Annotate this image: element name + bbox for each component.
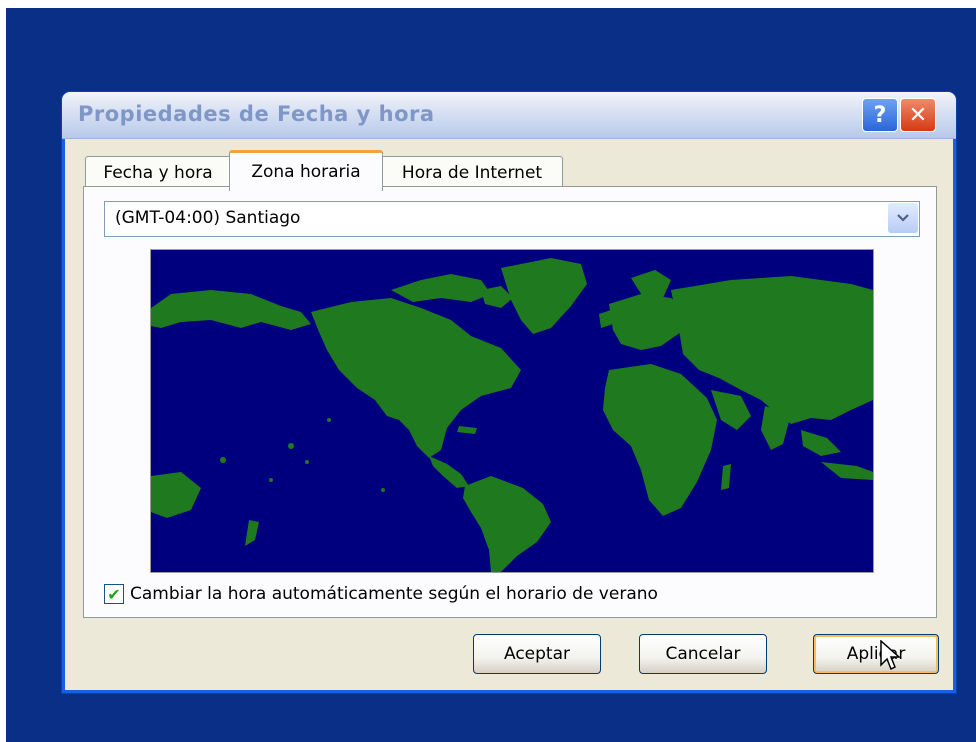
tab-label: Zona horaria — [251, 162, 361, 182]
accept-button[interactable]: Aceptar — [473, 634, 601, 674]
checkmark-icon: ✔ — [107, 584, 121, 604]
dst-checkbox[interactable]: ✔ — [104, 584, 124, 604]
timezone-value: (GMT-04:00) Santiago — [115, 208, 301, 228]
timezone-panel: (GMT-04:00) Santiago ✔ Cambiar la hora a… — [83, 186, 937, 618]
tab-zona-horaria[interactable]: Zona horaria — [229, 150, 383, 191]
date-time-properties-dialog: Propiedades de Fecha y hora ? ✕ Fecha y … — [62, 92, 956, 693]
tab-label: Hora de Internet — [401, 163, 543, 183]
dst-label: Cambiar la hora automáticamente según el… — [130, 584, 658, 604]
window-title: Propiedades de Fecha y hora — [78, 102, 435, 126]
help-icon: ? — [873, 102, 887, 128]
close-button[interactable]: ✕ — [900, 98, 936, 132]
dst-option[interactable]: ✔ Cambiar la hora automáticamente según … — [104, 581, 658, 607]
world-map — [150, 249, 874, 573]
cancel-button[interactable]: Cancelar — [639, 634, 767, 674]
tab-label: Fecha y hora — [103, 163, 213, 183]
world-map-graphic — [151, 258, 873, 572]
button-label: Cancelar — [665, 644, 741, 664]
chevron-down-icon[interactable] — [888, 203, 918, 233]
mouse-pointer-icon — [880, 640, 901, 671]
timezone-select[interactable]: (GMT-04:00) Santiago — [104, 201, 920, 237]
apply-button[interactable]: Aplicar — [813, 634, 939, 674]
close-icon: ✕ — [908, 102, 928, 128]
tab-fecha-y-hora[interactable]: Fecha y hora — [85, 156, 231, 189]
help-button[interactable]: ? — [862, 98, 898, 132]
button-label: Aceptar — [504, 644, 570, 664]
tab-hora-de-internet[interactable]: Hora de Internet — [381, 156, 563, 189]
title-bar[interactable]: Propiedades de Fecha y hora ? ✕ — [62, 92, 956, 139]
